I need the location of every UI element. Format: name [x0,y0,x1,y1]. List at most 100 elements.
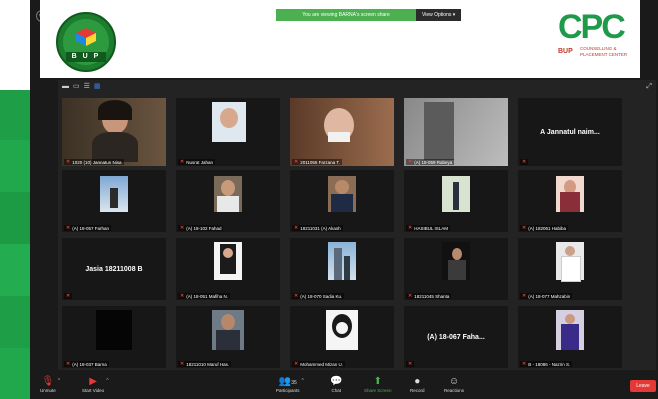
participant-tile[interactable]: ✕ 18211010 Maruf Has. [176,306,280,368]
mic-muted-icon: ✕ [522,293,527,299]
participant-tile[interactable]: ✕ Mohammed Mizan U. [290,306,394,368]
participant-name: (A) 18-051 Mafiha N. [186,293,228,299]
bup-logo: B U P [56,12,116,72]
mic-muted-icon: ✕ [66,361,71,367]
strip-view-icon[interactable]: ☰ [84,83,90,91]
meeting-toolbar: 🎙 ^ Unmute ▶ ^ Start Video 👥35 ^ Partici… [30,372,658,399]
gallery-grid-icon[interactable]: ▦ [94,83,101,91]
participant-tile[interactable]: ✕ (A) 18-059 Rabeya [404,98,508,166]
chevron-up-icon[interactable]: ^ [58,378,60,384]
participant-label: ✕ HASIBUL ISLAM [406,225,451,231]
participant-display-name: (A) 18-067 Faha... [427,333,485,341]
participant-tile[interactable]: (A) 18-067 Faha... ✕ [404,306,508,368]
participant-label: ✕ Nusrat Jahan [178,159,215,165]
participant-label: ✕ [520,159,529,165]
participant-label: ✕ B - 18086 - Nazrin S. [520,361,573,367]
left-green-strip [0,90,30,399]
participant-tile[interactable]: ✕ HASIBUL ISLAM [404,170,508,232]
participant-tile[interactable]: ✕ (A) 18-077 Mahzabin [518,238,622,300]
participant-label: ✕ 18211045 Shanta [406,293,452,299]
participant-tile[interactable]: ✕ 1020 (10) Jannatun Nisa [62,98,166,166]
participant-name: (A) 18-077 Mahzabin [528,293,571,299]
share-banner: You are viewing BARNA's screen share Vie… [276,9,462,21]
participant-label: ✕ 1020 (10) Jannatun Nisa [64,159,124,165]
mic-muted-icon: ✕ [522,361,527,367]
participant-tile[interactable]: ✕ (A) 18-102 Fahad [176,170,280,232]
participant-tile[interactable]: ✕ (A) 18-051 Mafiha N. [176,238,280,300]
participant-tile[interactable]: ✕ 18211045 Shanta [404,238,508,300]
participant-name: 1020 (10) Jannatun Nisa [72,159,122,165]
participant-tile[interactable]: ✕ (A) 18-037 Barna [62,306,166,368]
fullscreen-icon[interactable]: ⤢ [646,83,652,91]
mic-muted-icon: ✕ [66,159,71,165]
participant-label: ✕ (A) 18-037 Barna [64,361,109,367]
chevron-up-icon[interactable]: ^ [106,378,108,384]
cpc-bup-text: BUP [558,48,573,55]
mic-muted-icon: ✕ [180,225,185,231]
mic-muted-icon: ✕ [180,159,185,165]
gallery-layout-controls: ▬ ▭ ☰ ▦ [62,83,101,91]
view-options-button[interactable]: View Options ▾ [416,9,462,21]
participants-button[interactable]: 👥35 ^ Participants [276,376,304,393]
participant-name: (A) 18-057 Farhan [72,225,109,231]
participant-name: 18211045 Shanta [414,293,450,299]
leave-button[interactable]: Leave [630,380,656,392]
participant-tile[interactable]: ✕ (A) 18-057 Farhan [62,170,166,232]
participant-label: ✕ [64,293,73,299]
start-video-button[interactable]: ▶ ^ Start Video [82,376,109,393]
participant-name: 18211031 (A) Akash [300,225,341,231]
participant-display-name: Jasia 18211008 B [85,265,143,273]
participant-label: ✕ 2011055 Farzana T. [292,159,342,165]
chat-icon: 💬 [330,376,343,387]
mic-muted-icon: ✕ [408,361,413,367]
record-icon: ● [414,376,421,387]
participant-name: Nusrat Jahan [186,159,213,165]
participant-tile[interactable]: ✕ Nusrat Jahan [176,98,280,166]
cpc-logo-text: CPC [558,8,626,46]
participant-tile[interactable]: ✕ B - 18086 - Nazrin S. [518,306,622,368]
participant-name: B - 18086 - Nazrin S. [528,361,571,367]
video-off-icon: ▶ [89,376,97,387]
participant-tile[interactable]: ✕ 18211031 (A) Akash [290,170,394,232]
participant-label: ✕ (A) 18-059 Rabeya [406,159,455,165]
mic-muted-icon: ✕ [408,225,413,231]
participants-icon: 👥35 [278,376,297,387]
minimize-icon[interactable]: ▬ [62,83,69,91]
reactions-icon: ☺ [448,376,460,387]
share-screen-button[interactable]: ⬆ Share Screen [364,376,392,393]
participants-count: 35 [291,380,297,386]
mic-muted-icon: ✕ [66,225,71,231]
cpc-logo: CPC BUP COUNSELLING & PLACEMENT CENTER [558,8,640,66]
chevron-up-icon[interactable]: ^ [302,378,304,384]
participant-label: ✕ (A) 182061 Habiba [520,225,568,231]
participant-label: ✕ Mohammed Mizan U. [292,361,345,367]
participant-name: Mohammed Mizan U. [300,361,343,367]
participant-label: ✕ (A) 18-077 Mahzabin [520,293,573,299]
participant-tile[interactable]: A Jannatul naim... ✕ [518,98,622,166]
reactions-button[interactable]: ☺ Reactions [444,376,464,393]
participant-tile[interactable]: ✕ 2011055 Farzana T. [290,98,394,166]
record-button[interactable]: ● Record [410,376,425,393]
speaker-view-icon[interactable]: ▭ [73,83,80,91]
unmute-button[interactable]: 🎙 ^ Unmute [40,376,60,393]
cube-logo-icon [76,28,96,46]
participant-name: (A) 18-102 Fahad [186,225,222,231]
shared-screen: You are viewing BARNA's screen share Vie… [40,0,640,78]
cpc-subtitle: COUNSELLING & PLACEMENT CENTER [580,46,628,57]
participant-name: (A) 18-059 Rabeya [414,159,453,165]
participant-name: (A) 18-037 Barna [72,361,107,367]
participant-tile[interactable]: ✕ (A) 18-070 Sadia Ku. [290,238,394,300]
chat-button[interactable]: 💬 Chat [330,376,342,393]
mic-muted-icon: ✕ [522,159,527,165]
participant-name: (A) 18-070 Sadia Ku. [300,293,343,299]
mic-muted-icon: ✕ [294,225,299,231]
participant-label: ✕ (A) 18-070 Sadia Ku. [292,293,345,299]
participant-tile[interactable]: Jasia 18211008 B ✕ [62,238,166,300]
participant-tile[interactable]: ✕ (A) 182061 Habiba [518,170,622,232]
mic-muted-icon: ✕ [294,293,299,299]
mic-muted-icon: 🎙 [41,376,55,387]
participant-name: 2011055 Farzana T. [300,159,340,165]
participant-display-name: A Jannatul naim... [540,128,600,136]
participant-name: (A) 182061 Habiba [528,225,566,231]
share-screen-icon: ⬆ [373,376,382,387]
